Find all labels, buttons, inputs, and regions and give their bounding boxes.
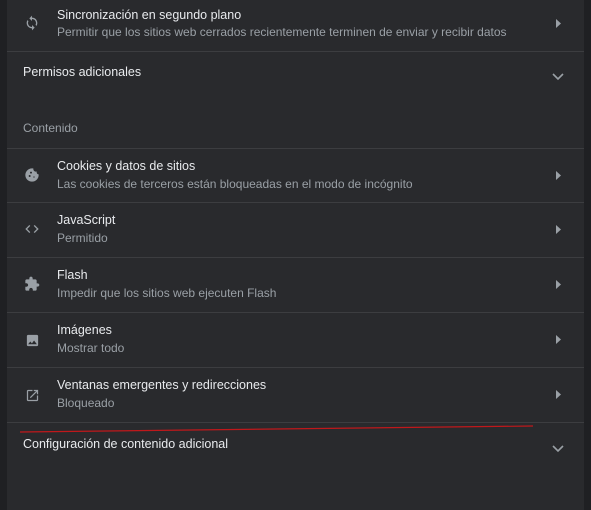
sync-setting-row[interactable]: Sincronización en segundo plano Permitir…: [7, 0, 584, 52]
chevron-down-icon: [552, 68, 564, 81]
additional-content-settings-label: Configuración de contenido adicional: [23, 437, 229, 451]
chevron-right-icon: [554, 170, 564, 180]
chevron-right-icon: [554, 224, 564, 234]
chevron-right-icon: [554, 389, 564, 399]
images-subtitle: Mostrar todo: [57, 341, 125, 355]
flash-subtitle: Impedir que los sitios web ejecuten Flas…: [57, 286, 277, 300]
chevron-right-icon: [554, 279, 564, 289]
popups-setting-row[interactable]: Ventanas emergentes y redirecciones Bloq…: [7, 368, 584, 423]
javascript-title: JavaScript: [57, 213, 116, 227]
images-title: Imágenes: [57, 323, 112, 337]
cookies-title: Cookies y datos de sitios: [57, 159, 196, 173]
sync-subtitle: Permitir que los sitios web cerrados rec…: [57, 25, 507, 39]
flash-setting-row[interactable]: Flash Impedir que los sitios web ejecute…: [7, 258, 584, 313]
chevron-down-icon: [552, 440, 564, 453]
popups-title: Ventanas emergentes y redirecciones: [57, 378, 267, 392]
sync-icon: [23, 14, 41, 32]
settings-page: Sincronización en segundo plano Permitir…: [0, 0, 591, 510]
javascript-subtitle: Permitido: [57, 231, 108, 245]
chevron-right-icon: [554, 18, 564, 28]
sync-title: Sincronización en segundo plano: [57, 8, 242, 22]
popups-subtitle: Bloqueado: [57, 396, 115, 410]
additional-permissions-label: Permisos adicionales: [23, 65, 142, 79]
additional-permissions-toggle[interactable]: Permisos adicionales: [7, 52, 584, 90]
puzzle-icon: [23, 275, 41, 293]
cookies-setting-row[interactable]: Cookies y datos de sitios Las cookies de…: [7, 148, 584, 203]
javascript-setting-row[interactable]: JavaScript Permitido: [7, 203, 584, 258]
images-setting-row[interactable]: Imágenes Mostrar todo: [7, 313, 584, 368]
chevron-right-icon: [554, 334, 564, 344]
cookies-subtitle: Las cookies de terceros están bloqueadas…: [57, 177, 413, 191]
content-section-header: Contenido: [23, 121, 78, 135]
code-icon: [23, 220, 41, 238]
image-icon: [23, 331, 41, 349]
cookie-icon: [23, 166, 41, 184]
flash-title: Flash: [57, 268, 88, 282]
red-annotation-line: [20, 425, 533, 433]
open-in-new-icon: [23, 386, 41, 404]
